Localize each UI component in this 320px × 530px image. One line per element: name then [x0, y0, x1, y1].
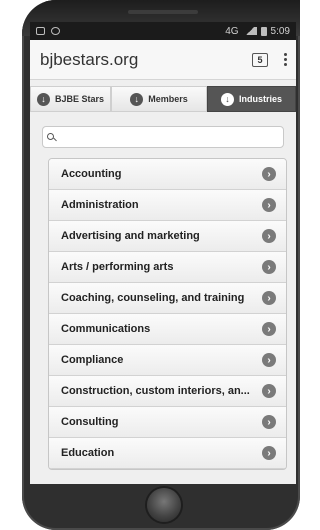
chevron-right-circle-icon: ›: [262, 167, 276, 181]
search-icon: [47, 132, 56, 142]
chevron-right-circle-icon: ›: [262, 229, 276, 243]
list-item[interactable]: Advertising and marketing ›: [49, 221, 286, 252]
list-item-label: Arts / performing arts: [61, 261, 174, 273]
chevron-right-circle-icon: ›: [262, 384, 276, 398]
tab-bjbe-stars[interactable]: ↓ BJBE Stars: [30, 86, 111, 112]
arrow-down-circle-icon: ↓: [36, 92, 50, 106]
list-item[interactable]: Consulting ›: [49, 407, 286, 438]
browser-address-bar[interactable]: bjbestars.org 5: [30, 40, 296, 80]
list-item-label: Education: [61, 447, 115, 459]
list-item-label: Administration: [61, 199, 139, 211]
list-item[interactable]: Education ›: [49, 438, 286, 469]
tab-switcher-button[interactable]: 5: [252, 52, 268, 67]
overflow-menu-icon[interactable]: [282, 53, 288, 66]
url-text[interactable]: bjbestars.org: [40, 50, 252, 70]
notification-icon: [36, 27, 45, 35]
chevron-right-circle-icon: ›: [262, 415, 276, 429]
signal-icon: [242, 27, 257, 35]
list-item[interactable]: Coaching, counseling, and training ›: [49, 283, 286, 314]
chevron-right-circle-icon: ›: [262, 322, 276, 336]
arrow-down-circle-icon: ↓: [130, 92, 144, 106]
tab-label: Members: [148, 94, 188, 104]
earpiece-speaker: [128, 10, 198, 14]
arrow-down-circle-icon: ↓: [220, 92, 234, 106]
nav-tabs: ↓ BJBE Stars ↓ Members ↓ Industries: [30, 86, 296, 112]
chevron-right-circle-icon: ›: [262, 260, 276, 274]
list-item-label: Consulting: [61, 416, 119, 428]
list-item[interactable]: Arts / performing arts ›: [49, 252, 286, 283]
list-item-label: Accounting: [61, 168, 122, 180]
network-label: 4G: [225, 25, 239, 37]
phone-screen: 4G 5:09 bjbestars.org 5 ↓ BJBE Stars ↓ M…: [30, 22, 296, 484]
chevron-right-circle-icon: ›: [262, 446, 276, 460]
search-input[interactable]: [60, 130, 283, 144]
industry-list: Accounting › Administration › Advertisin…: [48, 158, 287, 470]
chevron-right-circle-icon: ›: [262, 353, 276, 367]
list-item[interactable]: Construction, custom interiors, an... ›: [49, 376, 286, 407]
list-item-label: Coaching, counseling, and training: [61, 292, 245, 304]
list-item-label: Construction, custom interiors, an...: [61, 385, 250, 397]
list-item[interactable]: Compliance ›: [49, 345, 286, 376]
list-item-label: Advertising and marketing: [61, 230, 200, 242]
clock: 5:09: [270, 25, 290, 37]
tab-label: BJBE Stars: [54, 94, 105, 104]
list-item[interactable]: Accounting ›: [49, 159, 286, 190]
home-button[interactable]: [147, 488, 181, 522]
sync-icon: [51, 27, 60, 35]
status-bar: 4G 5:09: [30, 22, 296, 40]
list-item-label: Communications: [61, 323, 151, 335]
search-box[interactable]: [42, 126, 284, 148]
chevron-right-circle-icon: ›: [262, 291, 276, 305]
tab-label: Industries: [238, 94, 282, 104]
chevron-right-circle-icon: ›: [262, 198, 276, 212]
battery-icon: [260, 26, 267, 36]
tab-members[interactable]: ↓ Members: [111, 86, 207, 112]
list-item-label: Compliance: [61, 354, 124, 366]
list-item[interactable]: Administration ›: [49, 190, 286, 221]
list-item[interactable]: Communications ›: [49, 314, 286, 345]
tab-industries[interactable]: ↓ Industries: [207, 86, 296, 112]
